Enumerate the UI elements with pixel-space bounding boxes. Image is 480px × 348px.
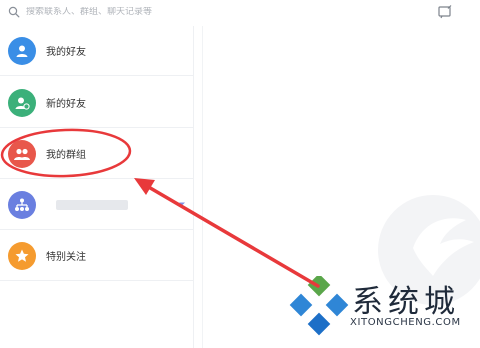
- contact-item-my-friends[interactable]: 我的好友: [0, 26, 193, 76]
- contacts-panel: 我的好友 新的好友 我的群组 特别关注: [0, 26, 194, 348]
- site-watermark: 系统城 XITONGCHENG.COM: [286, 272, 480, 348]
- add-person-icon: [8, 88, 36, 117]
- org-tree-icon: [8, 190, 36, 219]
- contact-item-label: 新的好友: [46, 99, 86, 110]
- contact-item-label: 我的群组: [46, 150, 86, 161]
- contact-item-organization[interactable]: [0, 180, 193, 230]
- brand-url: XITONGCHENG.COM: [350, 317, 461, 328]
- contact-item-new-friends[interactable]: 新的好友: [0, 78, 193, 128]
- star-icon: [8, 241, 36, 270]
- chevron-down-icon[interactable]: [178, 200, 186, 208]
- contact-item-label: 我的好友: [46, 47, 86, 58]
- compose-icon[interactable]: [437, 4, 453, 20]
- contact-item-special-follow[interactable]: 特别关注: [0, 231, 193, 281]
- search-box[interactable]: [8, 4, 193, 20]
- blurred-name: [56, 199, 128, 210]
- brand-name: 系统城: [352, 284, 460, 320]
- search-input[interactable]: [26, 7, 191, 17]
- panel-divider: [202, 26, 203, 348]
- person-icon: [8, 36, 36, 65]
- search-icon: [8, 6, 20, 18]
- group-icon: [8, 139, 36, 168]
- logo-icon: [289, 276, 349, 336]
- contact-item-label: 特别关注: [46, 252, 86, 263]
- contact-item-my-groups[interactable]: 我的群组: [0, 129, 193, 179]
- top-bar: [0, 0, 480, 24]
